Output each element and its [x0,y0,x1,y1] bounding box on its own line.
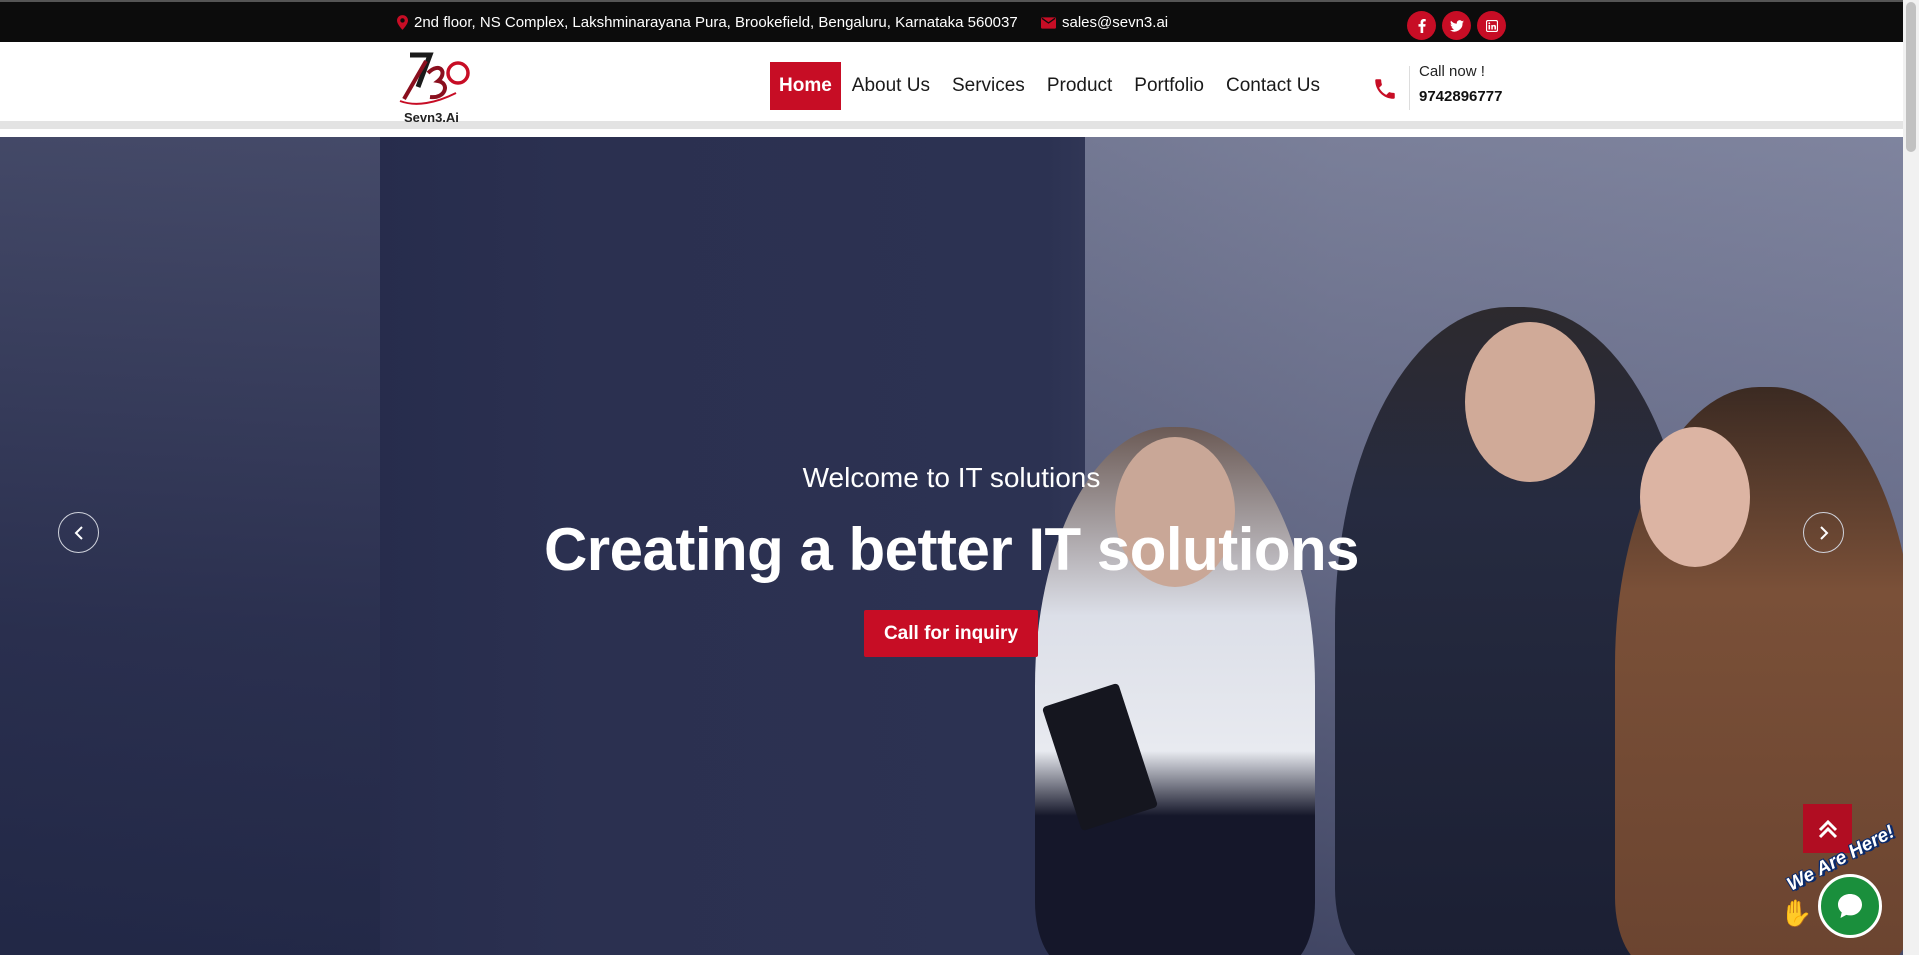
nav-services[interactable]: Services [941,62,1036,110]
nav-portfolio[interactable]: Portfolio [1123,62,1215,110]
phone-icon [1365,69,1405,109]
logo-text: Sevn3.Ai [404,110,459,125]
top-info-bar: 2nd floor, NS Complex, Lakshminarayana P… [0,0,1903,42]
call-label: Call now ! [1419,63,1485,80]
carousel-next-button[interactable] [1803,512,1844,553]
email-text[interactable]: sales@sevn3.ai [1062,14,1168,31]
chat-widget-button[interactable] [1818,874,1882,938]
hero-carousel: Welcome to IT solutions Creating a bette… [0,137,1903,955]
waving-hand-icon: ✋ [1780,898,1813,928]
email[interactable]: sales@sevn3.ai [1041,14,1168,31]
address-text: 2nd floor, NS Complex, Lakshminarayana P… [414,14,1018,31]
carousel-prev-button[interactable] [58,512,99,553]
phone-number[interactable]: 9742896777 [1419,88,1502,105]
linkedin-icon[interactable] [1477,11,1506,40]
nav-product[interactable]: Product [1036,62,1123,110]
scrollbar-thumb[interactable] [1906,2,1916,152]
call-for-inquiry-button[interactable]: Call for inquiry [864,610,1038,657]
logo[interactable]: Sevn3.Ai [396,47,476,125]
main-nav: Home About Us Services Product Portfolio… [770,62,1331,110]
map-marker-icon [397,15,408,30]
chevron-right-icon [1819,525,1828,540]
page-scrollbar[interactable] [1903,0,1919,955]
call-text: Call now ! 9742896777 [1419,63,1502,105]
nav-home[interactable]: Home [770,62,841,110]
nav-about-us[interactable]: About Us [841,62,941,110]
logo-mark [399,52,470,105]
divider [1409,66,1410,110]
envelope-icon [1041,16,1056,29]
call-now[interactable]: Call now ! 9742896777 [1365,58,1502,110]
hero-subtitle: Welcome to IT solutions [802,462,1101,493]
double-chevron-up-icon [1818,819,1837,838]
twitter-icon[interactable] [1442,11,1471,40]
hero-title: Creating a better IT solutions [543,516,1360,583]
chevron-left-icon [74,525,83,540]
nav-contact-us[interactable]: Contact Us [1215,62,1331,110]
chat-bubble-icon [1838,894,1862,918]
address: 2nd floor, NS Complex, Lakshminarayana P… [397,14,1018,31]
social-links [1407,11,1506,40]
site-header: Sevn3.Ai Home About Us Services Product … [0,42,1903,129]
hero-person-2-head [1465,322,1595,482]
facebook-icon[interactable] [1407,11,1436,40]
